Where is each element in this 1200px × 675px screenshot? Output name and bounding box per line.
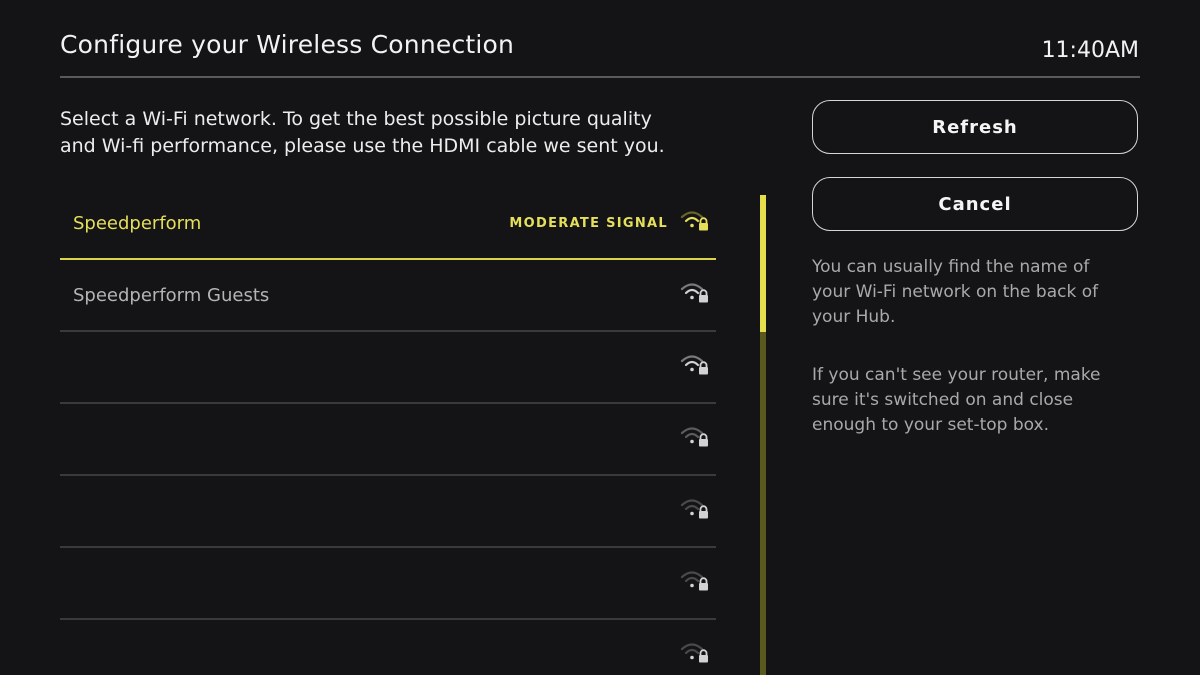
wifi-locked-icon [680,283,708,303]
instruction-line-1: Select a Wi-Fi network. To get the best … [60,108,652,130]
help-line: enough to your set-top box. [812,415,1049,435]
help-line: your Hub. [812,307,896,327]
help-line: If you can't see your router, make [812,365,1101,385]
scrollbar-track[interactable] [760,195,766,675]
network-item[interactable] [60,548,716,620]
wifi-locked-icon [680,643,708,663]
network-item-speedperform[interactable]: Speedperform MODERATE SIGNAL [60,188,716,260]
clock: 11:40AM [1041,38,1139,63]
wifi-moderate-locked-icon [680,211,708,231]
wifi-locked-icon [680,499,708,519]
network-name: Speedperform [73,213,202,234]
network-item[interactable] [60,332,716,404]
header-divider [60,76,1140,78]
instruction-text: Select a Wi-Fi network. To get the best … [60,106,740,160]
wifi-locked-icon [680,427,708,447]
cancel-button[interactable]: Cancel [812,177,1138,231]
network-name: Speedperform Guests [73,285,270,306]
network-list: Speedperform MODERATE SIGNAL Speedperfor… [60,188,716,675]
network-item[interactable] [60,404,716,476]
wifi-locked-icon [680,355,708,375]
network-item-speedperform-guests[interactable]: Speedperform Guests [60,260,716,332]
network-item[interactable] [60,620,716,675]
refresh-button[interactable]: Refresh [812,100,1138,154]
help-line: sure it's switched on and close [812,390,1074,410]
help-line: You can usually find the name of [812,257,1090,277]
help-text-network-name: You can usually find the name of your Wi… [812,255,1142,330]
scrollbar-thumb[interactable] [760,195,766,332]
network-item[interactable] [60,476,716,548]
help-text-router: If you can't see your router, make sure … [812,363,1142,438]
page-title: Configure your Wireless Connection [60,30,515,59]
wifi-config-screen: Configure your Wireless Connection 11:40… [0,0,1200,675]
signal-strength-label: MODERATE SIGNAL [509,216,668,231]
instruction-line-2: and Wi-fi performance, please use the HD… [60,135,665,157]
wifi-locked-icon [680,571,708,591]
help-line: your Wi-Fi network on the back of [812,282,1099,302]
